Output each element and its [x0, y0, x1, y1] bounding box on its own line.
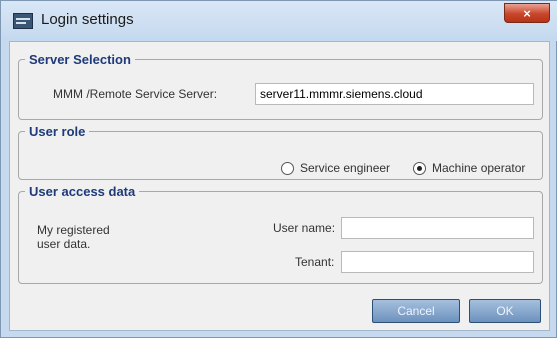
tenant-input[interactable]	[341, 251, 534, 273]
radio-circle-checked-icon	[413, 161, 426, 175]
username-label: User name:	[273, 221, 336, 235]
server-selection-legend: Server Selection	[29, 52, 131, 67]
server-input[interactable]	[255, 83, 534, 105]
user-data-description-line2: user data.	[37, 237, 91, 251]
close-icon: ×	[523, 5, 531, 21]
radio-circle-unchecked-icon	[281, 161, 294, 175]
server-selection-group: Server Selection MMM /Remote Service Ser…	[18, 52, 543, 120]
user-access-group: User access data My registered user data…	[18, 184, 543, 284]
radio-machine-operator-label: Machine operator	[432, 161, 526, 175]
user-access-legend: User access data	[29, 184, 136, 199]
ok-button[interactable]: OK	[469, 299, 541, 323]
radio-service-engineer[interactable]: Service engineer	[281, 161, 390, 175]
app-window-icon	[13, 13, 33, 29]
login-settings-window: Login settings × Server Selection MMM /R…	[0, 0, 557, 338]
radio-machine-operator[interactable]: Machine operator	[413, 161, 525, 175]
close-button[interactable]: ×	[504, 3, 550, 23]
user-data-description-line1: My registered	[37, 223, 110, 237]
user-role-group: User role Service engineer Machine opera…	[18, 124, 543, 180]
username-input[interactable]	[341, 217, 534, 239]
dialog-body: Server Selection MMM /Remote Service Ser…	[9, 41, 550, 331]
user-role-legend: User role	[29, 124, 86, 139]
title-bar[interactable]: Login settings ×	[1, 1, 557, 41]
radio-service-engineer-label: Service engineer	[300, 161, 391, 175]
window-title: Login settings	[41, 11, 134, 28]
server-label: MMM /Remote Service Server:	[53, 87, 218, 101]
cancel-button[interactable]: Cancel	[372, 299, 460, 323]
tenant-label: Tenant:	[295, 255, 335, 269]
